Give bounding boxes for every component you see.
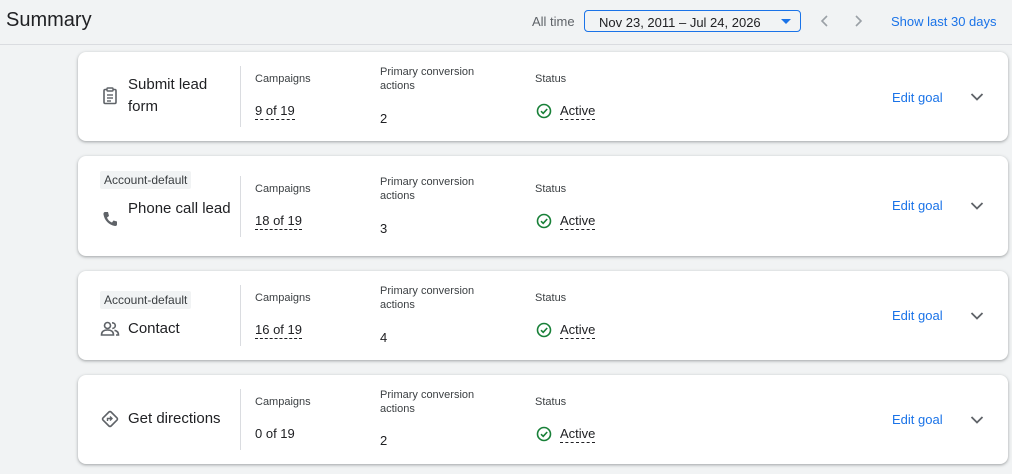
campaigns-count[interactable]: 9 of 19 [255, 103, 295, 120]
primary-actions-count: 3 [380, 221, 388, 236]
primary-actions-label: Primary conversion actions [380, 284, 474, 312]
divider [240, 389, 241, 450]
primary-label-line1: Primary conversion [380, 285, 475, 297]
campaigns-label: Campaigns [255, 73, 311, 85]
campaigns-count-text: 18 of 19 [255, 213, 302, 230]
primary-label-line2: actions [380, 80, 415, 92]
check-circle-icon [536, 103, 552, 119]
edit-goal-button[interactable]: Edit goal [892, 308, 943, 323]
people-icon [100, 319, 120, 339]
chevron-down-icon [970, 416, 984, 424]
goal-card-submit-lead-form: Submit lead form Campaigns 9 of 19 Prima… [78, 52, 1008, 141]
campaigns-label: Campaigns [255, 292, 311, 304]
goal-name: Submit lead form [128, 76, 208, 115]
primary-label-line1: Primary conversion [380, 66, 475, 78]
campaigns-count[interactable]: 18 of 19 [255, 213, 302, 230]
phone-icon [100, 209, 120, 229]
clipboard-icon [100, 86, 120, 106]
primary-actions-count: 2 [380, 433, 388, 448]
status-label: Status [535, 292, 567, 304]
status-value[interactable]: Active [560, 213, 596, 230]
directions-icon [100, 409, 120, 429]
chevron-left-icon [820, 15, 828, 27]
primary-label-line2: actions [380, 190, 415, 202]
show-last-30-days-link[interactable]: Show last 30 days [891, 14, 997, 29]
goal-card-get-directions: Get directions Campaigns 0 of 19 Primary… [78, 375, 1008, 464]
edit-goal-button[interactable]: Edit goal [892, 198, 943, 213]
date-range-label: All time [532, 14, 575, 29]
edit-goal-button[interactable]: Edit goal [892, 90, 943, 105]
primary-actions-count: 2 [380, 111, 388, 126]
status-label: Status [535, 73, 567, 85]
page-title: Summary [6, 9, 92, 31]
campaigns-count-text: 16 of 19 [255, 322, 302, 339]
divider [240, 66, 241, 127]
primary-label-line1: Primary conversion [380, 176, 475, 188]
status-label: Status [535, 183, 567, 195]
primary-label-line2: actions [380, 299, 415, 311]
next-period-button[interactable] [850, 10, 866, 32]
primary-actions-label: Primary conversion actions [380, 175, 474, 203]
account-default-badge: Account-default [100, 291, 192, 309]
previous-period-button[interactable] [817, 10, 833, 32]
status-value[interactable]: Active [560, 426, 596, 443]
divider [240, 176, 241, 237]
primary-label-line2: actions [380, 403, 415, 415]
status-value[interactable]: Active [560, 322, 596, 339]
expand-button[interactable] [968, 411, 986, 429]
status-value[interactable]: Active [560, 103, 596, 120]
campaigns-count: 0 of 19 [255, 426, 295, 441]
goal-card-phone-call-lead: Account-default Phone call lead Campaign… [78, 156, 1008, 256]
dropdown-caret-icon [781, 19, 791, 24]
goal-name: Phone call lead [128, 200, 231, 217]
check-circle-icon [536, 213, 552, 229]
primary-actions-label: Primary conversion actions [380, 65, 474, 93]
expand-button[interactable] [968, 307, 986, 325]
expand-button[interactable] [968, 88, 986, 106]
chevron-right-icon [855, 15, 863, 27]
chevron-down-icon [970, 312, 984, 320]
primary-actions-count: 4 [380, 330, 388, 345]
check-circle-icon [536, 322, 552, 338]
chevron-down-icon [970, 93, 984, 101]
campaigns-count[interactable]: 16 of 19 [255, 322, 302, 339]
divider [240, 285, 241, 346]
account-default-badge: Account-default [100, 171, 192, 189]
status-label: Status [535, 396, 567, 408]
campaigns-label: Campaigns [255, 183, 311, 195]
edit-goal-button[interactable]: Edit goal [892, 412, 943, 427]
goal-name: Contact [128, 320, 180, 337]
goal-card-contact: Account-default Contact Campaigns 16 of … [78, 271, 1008, 360]
primary-actions-label: Primary conversion actions [380, 388, 474, 416]
date-range-picker[interactable]: Nov 23, 2011 – Jul 24, 2026 [584, 10, 801, 32]
primary-label-line1: Primary conversion [380, 389, 475, 401]
summary-header: Summary All time Nov 23, 2011 – Jul 24, … [0, 0, 1012, 45]
check-circle-icon [536, 426, 552, 442]
expand-button[interactable] [968, 197, 986, 215]
date-range-value: Nov 23, 2011 – Jul 24, 2026 [599, 15, 761, 30]
campaigns-count-text: 9 of 19 [255, 103, 295, 120]
campaigns-label: Campaigns [255, 396, 311, 408]
chevron-down-icon [970, 202, 984, 210]
goal-name: Get directions [128, 410, 221, 427]
